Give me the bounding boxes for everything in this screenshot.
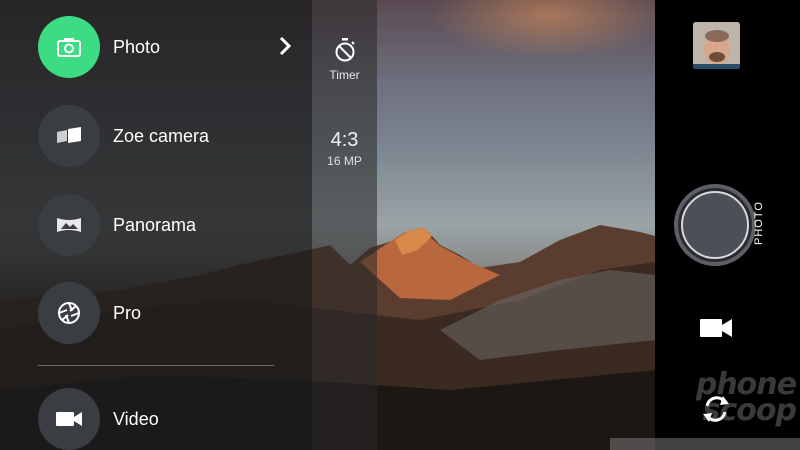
camera-icon <box>57 38 81 57</box>
mode-zoe-circle <box>38 105 100 167</box>
video-camera-icon[interactable] <box>699 316 733 340</box>
quick-settings-strip: Timer 4:3 16 MP <box>312 0 377 450</box>
camera-mode-drawer: Photo Zoe camera Panorama Pro Video <box>0 0 312 450</box>
bottom-band <box>610 438 800 450</box>
mode-pro-circle <box>38 282 100 344</box>
timer-button[interactable]: Timer <box>312 38 377 84</box>
mode-pro[interactable]: Pro <box>38 282 298 344</box>
shutter-inner-ring <box>681 191 749 259</box>
shutter-button[interactable] <box>674 184 756 266</box>
drawer-divider <box>38 365 274 366</box>
mode-video[interactable]: Video <box>38 388 298 450</box>
mode-zoe-camera[interactable]: Zoe camera <box>38 105 298 167</box>
phonescoop-watermark: phone scoop <box>646 370 797 432</box>
watermark-line-2: scoop <box>702 393 797 428</box>
mode-panorama-circle <box>38 194 100 256</box>
aspect-ratio-value: 4:3 <box>330 129 359 151</box>
mode-photo-circle <box>38 16 100 78</box>
timer-label: Timer <box>329 68 360 82</box>
resolution-value: 16 MP <box>327 154 362 168</box>
aperture-icon <box>58 302 80 324</box>
mode-pro-label: Pro <box>113 302 142 323</box>
mode-panorama-label: Panorama <box>113 214 197 235</box>
mode-panorama[interactable]: Panorama <box>38 194 298 256</box>
zoe-icon <box>57 127 81 143</box>
mode-zoe-label: Zoe camera <box>113 125 210 146</box>
current-mode-label: PHOTO <box>753 201 765 245</box>
mode-photo[interactable]: Photo <box>38 16 298 78</box>
mode-video-label: Video <box>113 408 159 429</box>
last-photo-thumbnail[interactable] <box>693 22 740 69</box>
panorama-icon <box>57 218 81 232</box>
timer-icon <box>335 38 355 62</box>
aspect-ratio-button[interactable]: 4:3 16 MP <box>312 128 377 168</box>
video-camera-icon <box>56 412 82 426</box>
mode-video-circle <box>38 388 100 450</box>
mode-photo-label: Photo <box>113 36 161 57</box>
chevron-right-icon[interactable] <box>278 35 292 57</box>
gallery-thumbnail-image <box>693 22 740 69</box>
